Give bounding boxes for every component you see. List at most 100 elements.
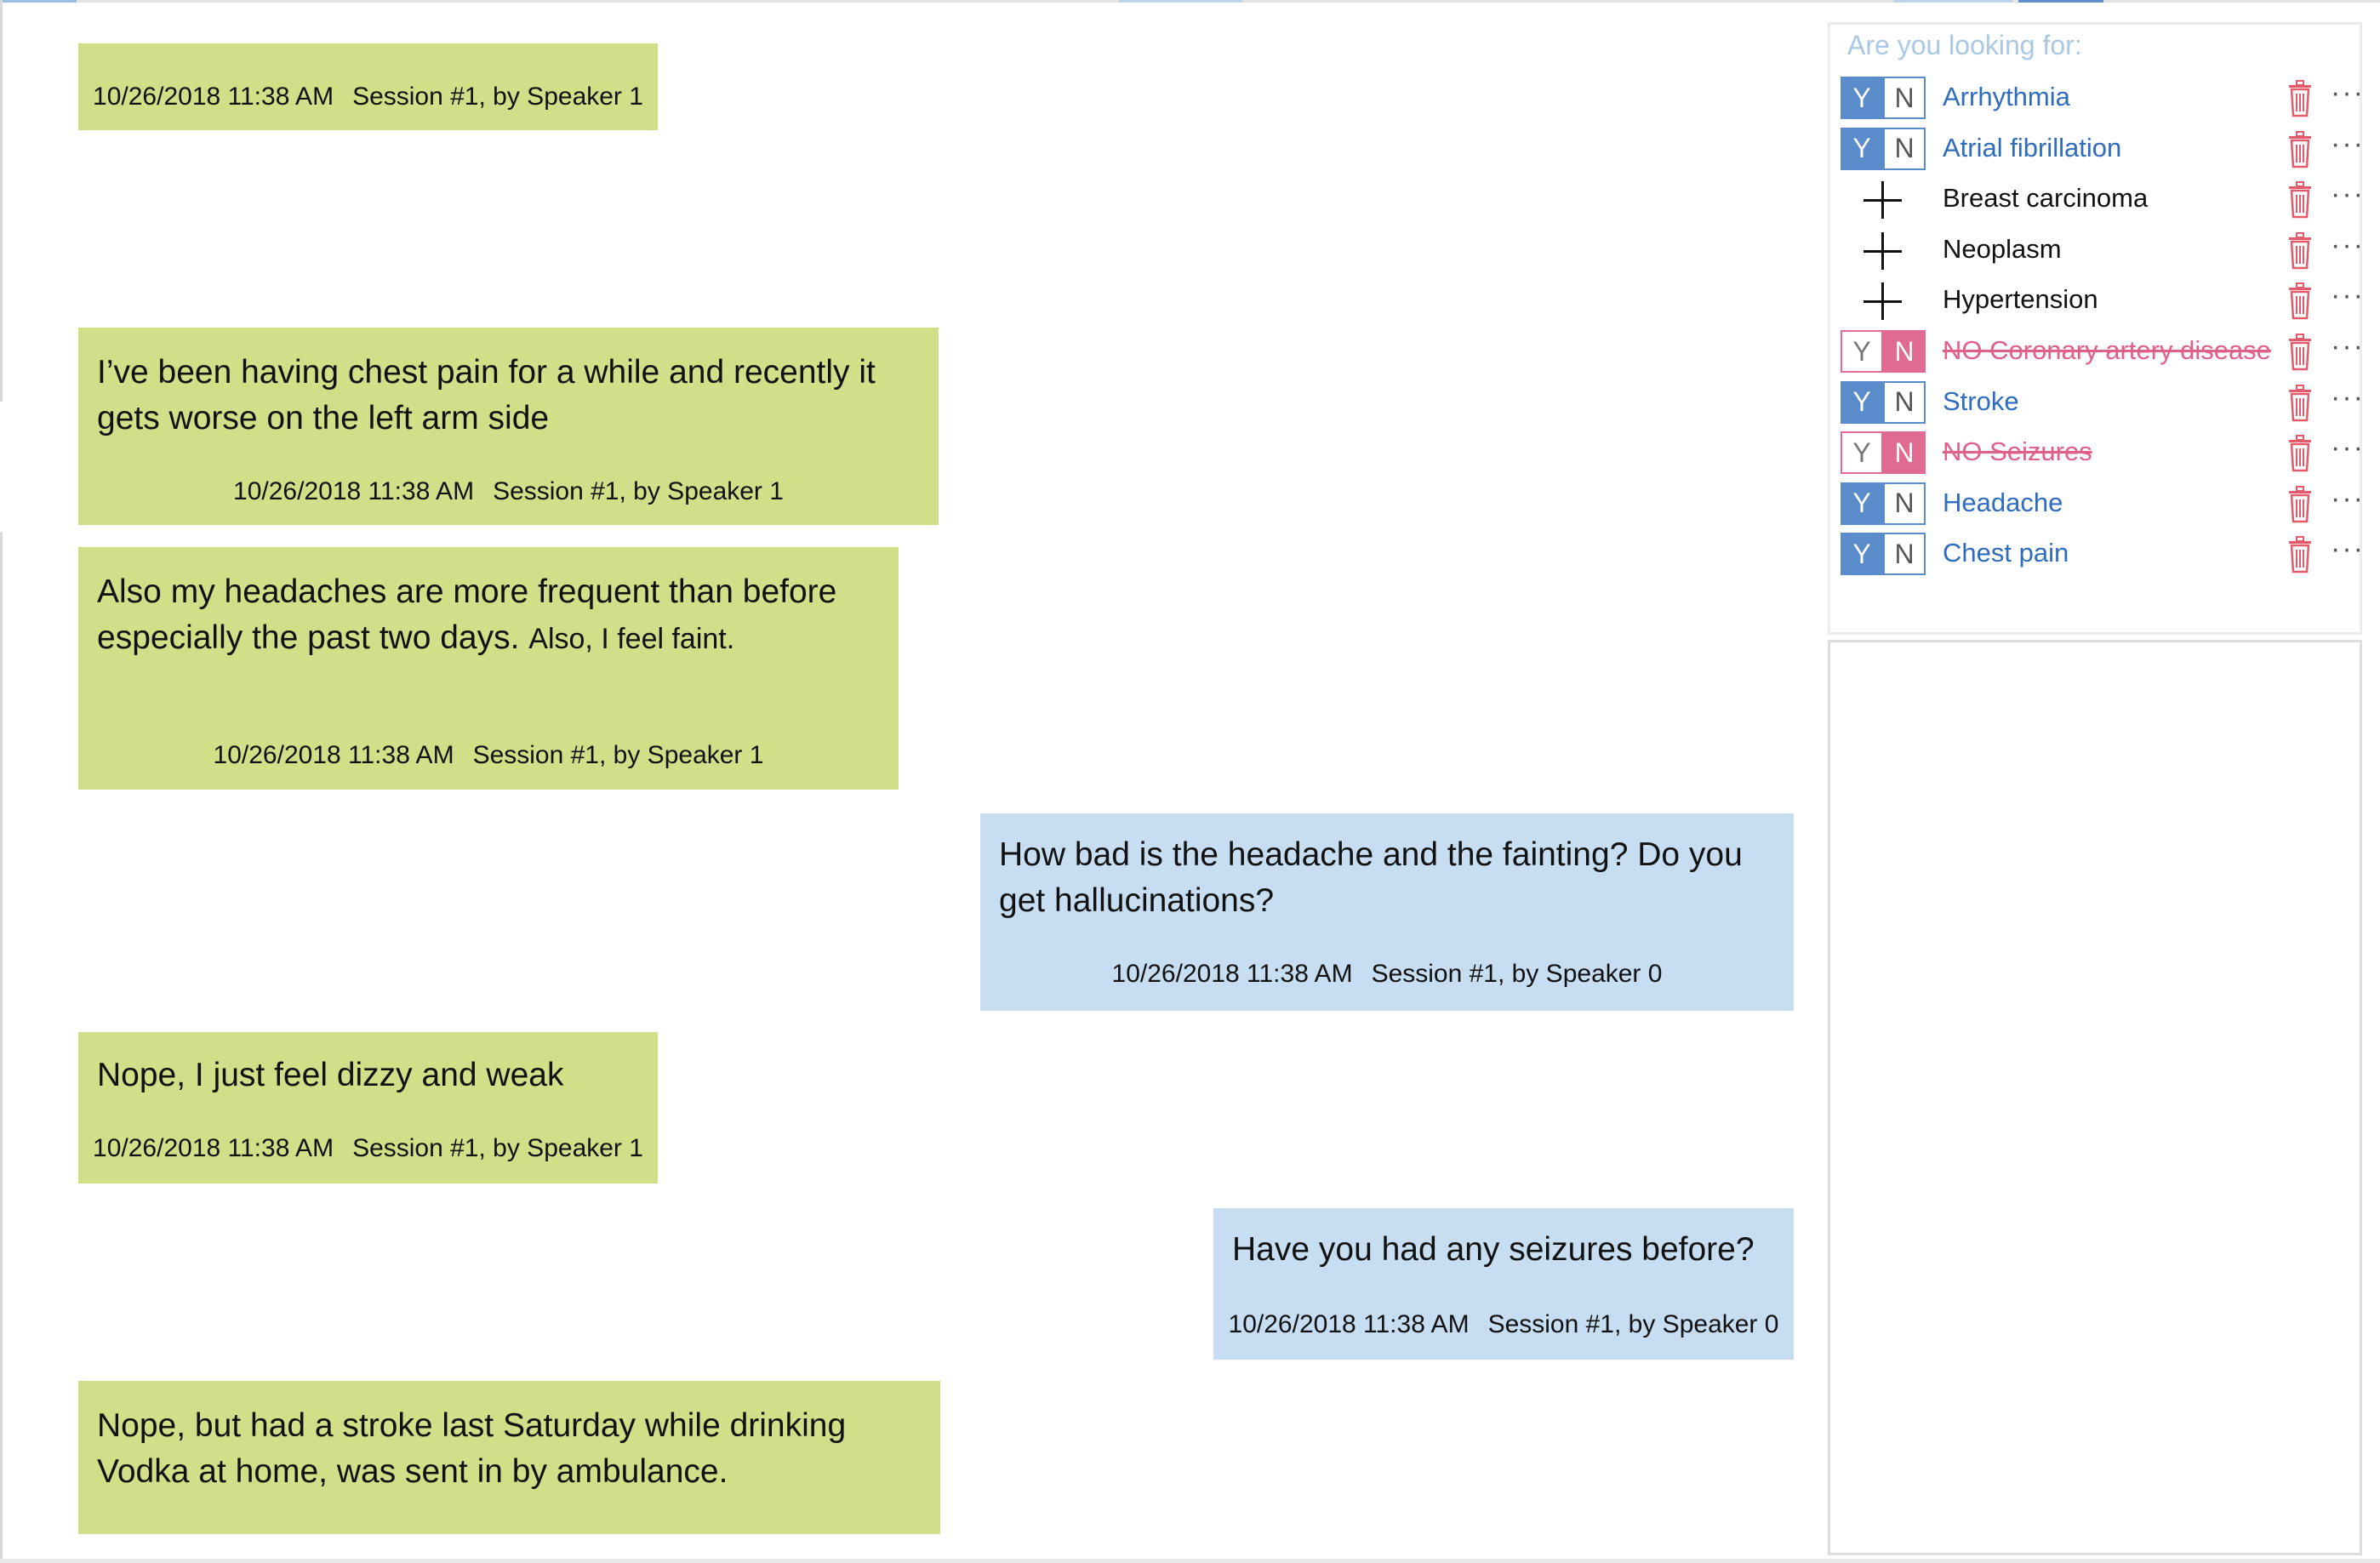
yes-button[interactable]: Y bbox=[1841, 380, 1883, 424]
yes-no-toggle[interactable]: YN bbox=[1841, 77, 1929, 119]
chat-message-patient[interactable]: Also my headaches are more frequent than… bbox=[78, 547, 899, 790]
more-icon[interactable]: ··· bbox=[2331, 431, 2365, 465]
more-icon[interactable]: ··· bbox=[2331, 533, 2365, 566]
message-session: Session #1, by Speaker 1 bbox=[352, 83, 643, 111]
suggestion-item[interactable]: Hypertension ··· bbox=[1841, 279, 2363, 323]
no-button[interactable]: N bbox=[1883, 330, 1926, 373]
more-icon[interactable]: ··· bbox=[2331, 330, 2365, 363]
more-icon[interactable]: ··· bbox=[2331, 279, 2365, 312]
suggestion-item[interactable]: Y N NO Seizures ··· bbox=[1841, 431, 2363, 476]
left-border bbox=[0, 532, 3, 1563]
suggestion-label[interactable]: Headache bbox=[1943, 488, 2063, 518]
trash-icon[interactable] bbox=[2286, 384, 2314, 422]
tab-indicator-active bbox=[2018, 0, 2103, 3]
suggestion-label[interactable]: NO Seizures bbox=[1943, 436, 2092, 467]
chat-message-patient[interactable]: I’ve been having chest pain for a while … bbox=[78, 328, 939, 525]
chat-message-patient[interactable]: Nope, I just feel dizzy and weak 10/26/2… bbox=[78, 1032, 658, 1184]
suggestion-label[interactable]: NO Coronary artery disease bbox=[1943, 335, 2271, 366]
suggestion-item[interactable]: Breast carcinoma ··· bbox=[1841, 178, 2363, 222]
suggestion-item[interactable]: Neoplasm ··· bbox=[1841, 229, 2363, 273]
plus-icon[interactable] bbox=[1861, 281, 1903, 322]
suggestion-item[interactable]: Y N Stroke ··· bbox=[1841, 380, 2363, 425]
no-button[interactable]: N bbox=[1883, 533, 1926, 576]
chat-message-doctor[interactable]: Have you had any seizures before? 10/26/… bbox=[1213, 1208, 1794, 1360]
message-text: I’ve been having chest pain for a while … bbox=[97, 354, 876, 436]
yes-no-toggle[interactable]: YN bbox=[1841, 380, 1929, 424]
suggestion-label[interactable]: Neoplasm bbox=[1943, 234, 2062, 265]
trash-icon[interactable] bbox=[2286, 80, 2314, 117]
suggestion-label[interactable]: Hypertension bbox=[1943, 284, 2098, 315]
message-meta: 10/26/2018 11:38 AM Session #1, by Speake… bbox=[78, 1134, 658, 1163]
message-meta: 10/26/2018 11:38 AM Session #1, by Speake… bbox=[1213, 1310, 1794, 1339]
suggestion-item[interactable]: Y N Atrial fibrillation ··· bbox=[1841, 127, 2363, 172]
message-timestamp: 10/26/2018 11:38 AM bbox=[233, 477, 475, 505]
message-session: Session #1, by Speaker 1 bbox=[493, 477, 784, 505]
message-meta: 10/26/2018 11:38 AM Session #1, by Speake… bbox=[78, 83, 658, 111]
panel-title: Are you looking for: bbox=[1847, 30, 2082, 60]
message-timestamp: 10/26/2018 11:38 AM bbox=[1228, 1310, 1470, 1338]
message-text: How bad is the headache and the fainting… bbox=[999, 836, 1743, 919]
yes-no-toggle[interactable]: YN bbox=[1841, 431, 1929, 475]
message-session: Session #1, by Speaker 0 bbox=[1487, 1310, 1779, 1338]
message-session: Session #1, by Speaker 1 bbox=[352, 1134, 643, 1162]
suggestion-label[interactable]: Arrhythmia bbox=[1943, 82, 2070, 112]
suggestion-label[interactable]: Chest pain bbox=[1943, 538, 2069, 568]
trash-icon[interactable] bbox=[2286, 334, 2314, 371]
suggestion-label[interactable]: Stroke bbox=[1943, 386, 2019, 417]
yes-no-toggle[interactable]: YN bbox=[1841, 533, 1929, 576]
message-timestamp: 10/26/2018 11:38 AM bbox=[93, 83, 334, 111]
no-button[interactable]: N bbox=[1883, 482, 1926, 525]
yes-button[interactable]: Y bbox=[1841, 330, 1883, 373]
tab-indicator bbox=[1119, 0, 1242, 3]
more-icon[interactable]: ··· bbox=[2331, 482, 2365, 516]
no-button[interactable]: N bbox=[1883, 127, 1926, 170]
yes-button[interactable]: Y bbox=[1841, 431, 1883, 475]
trash-icon[interactable] bbox=[2286, 181, 2314, 219]
trash-icon[interactable] bbox=[2286, 435, 2314, 472]
yes-no-toggle[interactable]: YN bbox=[1841, 330, 1929, 373]
chat-message-doctor[interactable]: How bad is the headache and the fainting… bbox=[980, 813, 1794, 1011]
suggestion-item[interactable]: Y N Arrhythmia ··· bbox=[1841, 77, 2363, 121]
more-icon[interactable]: ··· bbox=[2331, 128, 2365, 161]
suggestions-panel: Are you looking for: Y N Arrhythmia ··· Y N At… bbox=[1828, 22, 2363, 635]
plus-icon[interactable] bbox=[1861, 180, 1903, 220]
plus-icon[interactable] bbox=[1861, 231, 1903, 271]
yes-button[interactable]: Y bbox=[1841, 482, 1883, 525]
message-timestamp: 10/26/2018 11:38 AM bbox=[93, 1134, 334, 1162]
suggestion-item[interactable]: Y N Chest pain ··· bbox=[1841, 533, 2363, 577]
message-meta: 10/26/2018 11:38 AM Session #1, by Speake… bbox=[78, 477, 939, 506]
message-text: Nope, but had a stroke last Saturday whi… bbox=[97, 1407, 847, 1490]
message-meta: 10/26/2018 11:38 AM Session #1, by Speake… bbox=[980, 960, 1794, 989]
more-icon[interactable]: ··· bbox=[2331, 381, 2365, 414]
suggestion-item[interactable]: Y N NO Coronary artery disease ··· bbox=[1841, 330, 2363, 374]
no-button[interactable]: N bbox=[1883, 380, 1926, 424]
yes-button[interactable]: Y bbox=[1841, 533, 1883, 576]
tab-indicator bbox=[1893, 0, 2012, 3]
chat-message-patient[interactable]: Nope, but had a stroke last Saturday whi… bbox=[78, 1381, 940, 1534]
trash-icon[interactable] bbox=[2286, 130, 2314, 168]
more-icon[interactable]: ··· bbox=[2331, 77, 2365, 110]
message-text-extra: Also, I feel faint. bbox=[528, 623, 735, 655]
trash-icon[interactable] bbox=[2286, 536, 2314, 573]
trash-icon[interactable] bbox=[2286, 485, 2314, 523]
more-icon[interactable]: ··· bbox=[2331, 178, 2365, 211]
trash-icon[interactable] bbox=[2286, 231, 2314, 270]
suggestion-item[interactable]: Y N Headache ··· bbox=[1841, 482, 2363, 527]
message-session: Session #1, by Speaker 1 bbox=[472, 741, 764, 769]
suggestion-label[interactable]: Atrial fibrillation bbox=[1943, 133, 2121, 163]
message-timestamp: 10/26/2018 11:38 AM bbox=[1111, 960, 1353, 988]
tab-indicator bbox=[0, 0, 77, 3]
chat-message-patient[interactable]: 10/26/2018 11:38 AM Session #1, by Speake… bbox=[78, 43, 658, 130]
yes-no-toggle[interactable]: YN bbox=[1841, 127, 1929, 170]
trash-icon[interactable] bbox=[2286, 282, 2314, 320]
more-icon[interactable]: ··· bbox=[2331, 229, 2365, 262]
no-button[interactable]: N bbox=[1883, 77, 1926, 119]
no-button[interactable]: N bbox=[1883, 431, 1926, 475]
message-text-wrapper: Also my headaches are more frequent than… bbox=[97, 569, 848, 662]
yes-button[interactable]: Y bbox=[1841, 127, 1883, 170]
yes-no-toggle[interactable]: YN bbox=[1841, 482, 1929, 525]
message-timestamp: 10/26/2018 11:38 AM bbox=[213, 741, 454, 769]
yes-button[interactable]: Y bbox=[1841, 77, 1883, 119]
message-text: Nope, I just feel dizzy and weak bbox=[97, 1057, 564, 1093]
suggestion-label[interactable]: Breast carcinoma bbox=[1943, 183, 2148, 214]
